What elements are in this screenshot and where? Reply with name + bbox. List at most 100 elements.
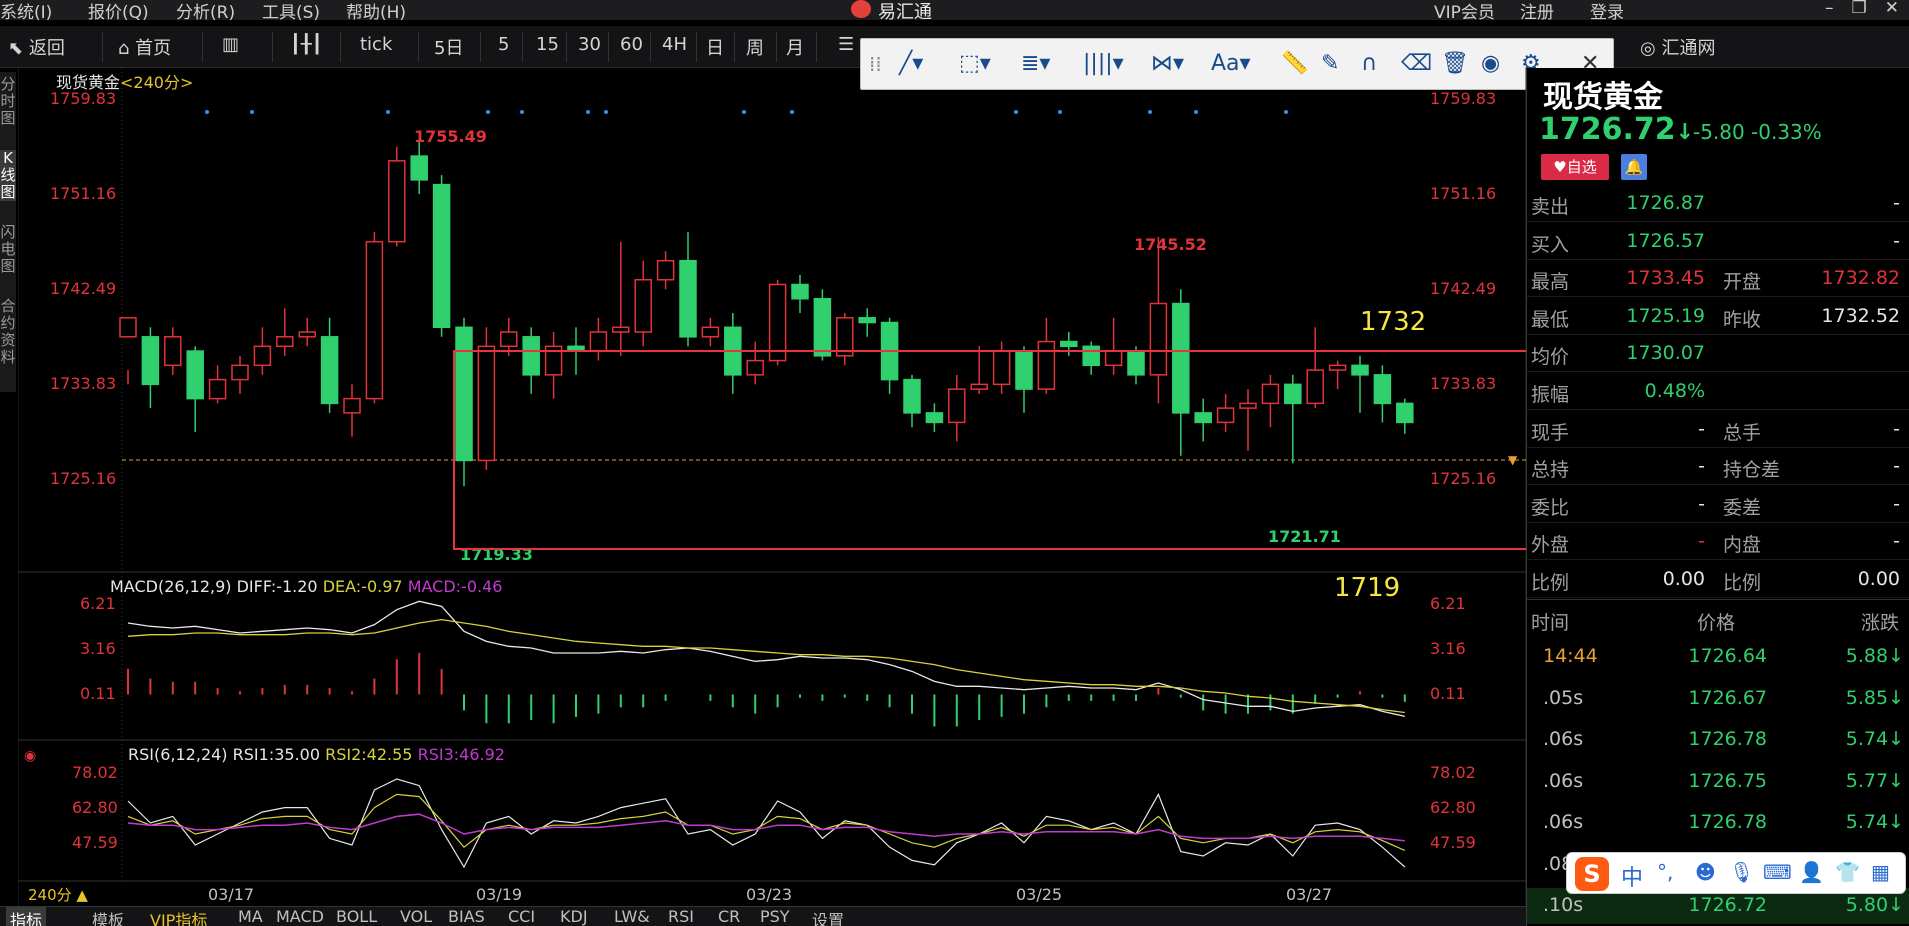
- indicator-tab[interactable]: RSI: [668, 907, 694, 926]
- menu-system[interactable]: 系统(I): [0, 0, 52, 23]
- user-drawn-box[interactable]: [453, 350, 1526, 550]
- period-30[interactable]: 30: [578, 34, 601, 55]
- user-icon[interactable]: 👤: [1799, 860, 1824, 884]
- back-button[interactable]: ⬉ 返回: [8, 34, 65, 60]
- period-60[interactable]: 60: [620, 34, 643, 55]
- candle-body[interactable]: [186, 350, 204, 400]
- candle-body[interactable]: [679, 259, 697, 338]
- side-tab-timeshare[interactable]: 分时图: [0, 76, 16, 127]
- candle-body[interactable]: [1261, 383, 1280, 405]
- candle-body[interactable]: [455, 326, 473, 462]
- candle-body[interactable]: [477, 345, 496, 462]
- candle-body[interactable]: [858, 317, 876, 324]
- brand-link[interactable]: ◎ 汇通网: [1640, 34, 1715, 60]
- skin-icon[interactable]: 👕: [1835, 860, 1860, 884]
- candle-body[interactable]: [746, 359, 764, 376]
- candle-body[interactable]: [1396, 402, 1414, 424]
- register-link[interactable]: 注册: [1520, 0, 1554, 23]
- candle-body[interactable]: [276, 336, 294, 348]
- indicator-tab[interactable]: PSY: [760, 907, 790, 926]
- indicator-tab[interactable]: 指标: [6, 907, 47, 926]
- candle-body[interactable]: [1351, 364, 1369, 376]
- menu-quote[interactable]: 报价(Q): [88, 0, 149, 23]
- ime-mode[interactable]: 中: [1621, 860, 1643, 892]
- indicator-tab[interactable]: CR: [718, 907, 740, 926]
- side-tab-contract[interactable]: 合约资料: [0, 298, 16, 366]
- period-week[interactable]: 周: [746, 34, 764, 60]
- side-tab-kline[interactable]: K线图: [0, 150, 16, 201]
- indicator-tab[interactable]: VIP指标: [150, 907, 207, 926]
- candle-body[interactable]: [1306, 369, 1324, 405]
- indicator-tab[interactable]: BOLL: [336, 907, 377, 926]
- add-watchlist-button[interactable]: ♥自选: [1541, 154, 1609, 180]
- candle-body[interactable]: [1060, 340, 1078, 348]
- candle-body[interactable]: [1015, 350, 1033, 390]
- candle-body[interactable]: [1082, 345, 1100, 367]
- candle-body[interactable]: [992, 350, 1011, 386]
- candle-body[interactable]: [365, 240, 384, 400]
- period-month[interactable]: 月: [786, 34, 804, 60]
- indicator-tab[interactable]: MACD: [276, 907, 324, 926]
- candle-body[interactable]: [410, 155, 428, 181]
- candle-body[interactable]: [1328, 364, 1347, 371]
- candle-body[interactable]: [1216, 407, 1235, 424]
- period-5d[interactable]: 5日: [434, 34, 463, 60]
- candle-body[interactable]: [925, 412, 944, 424]
- period-day[interactable]: 日: [706, 34, 724, 60]
- candle-body[interactable]: [701, 326, 720, 338]
- candle-body[interactable]: [1104, 350, 1123, 367]
- indicator-tab[interactable]: CCI: [508, 907, 535, 926]
- period-5[interactable]: 5: [498, 34, 509, 55]
- candle-body[interactable]: [164, 336, 182, 367]
- vip-link[interactable]: VIP会员: [1434, 0, 1495, 23]
- candle-body[interactable]: [1149, 302, 1168, 376]
- candle-body[interactable]: [119, 317, 137, 338]
- candle-body[interactable]: [903, 378, 921, 414]
- indicator-tab[interactable]: BIAS: [448, 907, 485, 926]
- alert-button[interactable]: 🔔: [1621, 154, 1647, 180]
- minimize-icon[interactable]: –: [1825, 0, 1834, 18]
- indicator-tab[interactable]: MA: [238, 907, 263, 926]
- candle-body[interactable]: [1172, 302, 1190, 414]
- side-tab-flash[interactable]: 闪电图: [0, 224, 16, 275]
- candle-body[interactable]: [231, 364, 249, 381]
- period-4h[interactable]: 4H: [662, 34, 687, 55]
- candle-body[interactable]: [343, 397, 361, 414]
- restore-icon[interactable]: ❐: [1852, 0, 1867, 18]
- candle-body[interactable]: [813, 298, 832, 357]
- candle-body[interactable]: [1239, 402, 1257, 409]
- candle-body[interactable]: [589, 331, 608, 352]
- menu-tools[interactable]: 工具(S): [262, 0, 320, 23]
- candle-body[interactable]: [1127, 350, 1145, 376]
- indicator-tab[interactable]: KDJ: [560, 907, 588, 926]
- candlestick-icon[interactable]: ┃╂┃: [290, 34, 323, 55]
- candle-body[interactable]: [208, 378, 227, 400]
- chart-area[interactable]: 现货黄金<240分> 1759.83 1751.16 1742.49 1733.…: [18, 68, 1526, 911]
- list-icon[interactable]: ☰: [838, 34, 854, 55]
- candle-body[interactable]: [970, 383, 988, 390]
- close-window-icon[interactable]: ✕: [1885, 0, 1899, 18]
- candle-body[interactable]: [634, 278, 652, 333]
- candle-body[interactable]: [1373, 374, 1392, 405]
- home-button[interactable]: ⌂ 首页: [118, 34, 171, 60]
- ime-punct[interactable]: °,: [1657, 860, 1673, 884]
- login-link[interactable]: 登录: [1590, 0, 1624, 23]
- candle-body[interactable]: [522, 336, 540, 376]
- indicator-tab[interactable]: 设置: [812, 907, 844, 926]
- candle-body[interactable]: [432, 183, 451, 329]
- candle-body[interactable]: [1037, 340, 1056, 390]
- candle-body[interactable]: [768, 283, 787, 362]
- candle-body[interactable]: [656, 259, 675, 281]
- tick-button[interactable]: tick: [360, 34, 392, 55]
- period-15[interactable]: 15: [536, 34, 559, 55]
- menu-help[interactable]: 帮助(H): [346, 0, 406, 23]
- rsi-settings-icon[interactable]: ◉: [24, 748, 36, 764]
- candle-body[interactable]: [253, 345, 272, 367]
- emoji-icon[interactable]: ☻: [1695, 860, 1716, 884]
- candle-body[interactable]: [141, 336, 160, 386]
- candle-body[interactable]: [612, 326, 630, 333]
- candle-body[interactable]: [948, 388, 966, 424]
- indicator-tab[interactable]: 模板: [92, 907, 124, 926]
- indicator-tab[interactable]: VOL: [400, 907, 432, 926]
- menu-analysis[interactable]: 分析(R): [176, 0, 235, 23]
